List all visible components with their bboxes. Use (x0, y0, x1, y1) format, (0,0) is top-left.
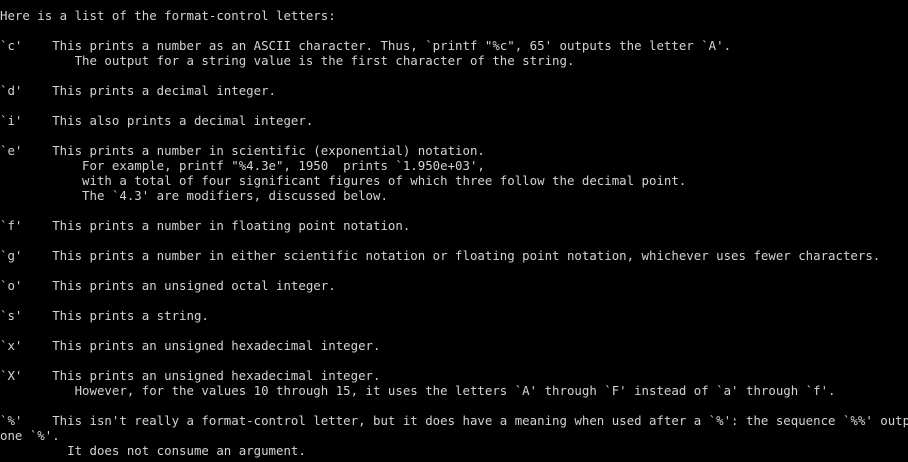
format-c-line: `c' This prints a number as an ASCII cha… (0, 38, 732, 53)
format-X-line: `X' This prints an unsigned hexadecimal … (0, 368, 381, 383)
format-g-line: `g' This prints a number in either scien… (0, 248, 881, 263)
format-e-example: For example, printf "%4.3e", 1950 prints… (0, 158, 485, 173)
format-e-line: `e' This prints a number in scientific (… (0, 143, 485, 158)
format-c-detail: The output for a string value is the fir… (0, 53, 575, 68)
format-s-line: `s' This prints a string. (0, 308, 209, 323)
format-x-line: `x' This prints an unsigned hexadecimal … (0, 338, 381, 353)
format-X-detail: However, for the values 10 through 15, i… (0, 383, 836, 398)
format-e-modifiers: The `4.3' are modifiers, discussed below… (0, 188, 388, 203)
format-f-line: `f' This prints a number in floating poi… (0, 218, 411, 233)
format-percent-detail: It does not consume an argument. (0, 443, 306, 458)
format-percent-line: `%' This isn't really a format-control l… (0, 413, 908, 428)
format-percent-wrap: one `%'. (0, 428, 60, 443)
format-o-line: `o' This prints an unsigned octal intege… (0, 278, 336, 293)
format-e-detail: with a total of four significant figures… (0, 173, 687, 188)
format-d-line: `d' This prints a decimal integer. (0, 83, 277, 98)
intro-line: Here is a list of the format-control let… (0, 8, 336, 23)
format-i-line: `i' This also prints a decimal integer. (0, 113, 314, 128)
terminal-output: Here is a list of the format-control let… (0, 0, 908, 462)
